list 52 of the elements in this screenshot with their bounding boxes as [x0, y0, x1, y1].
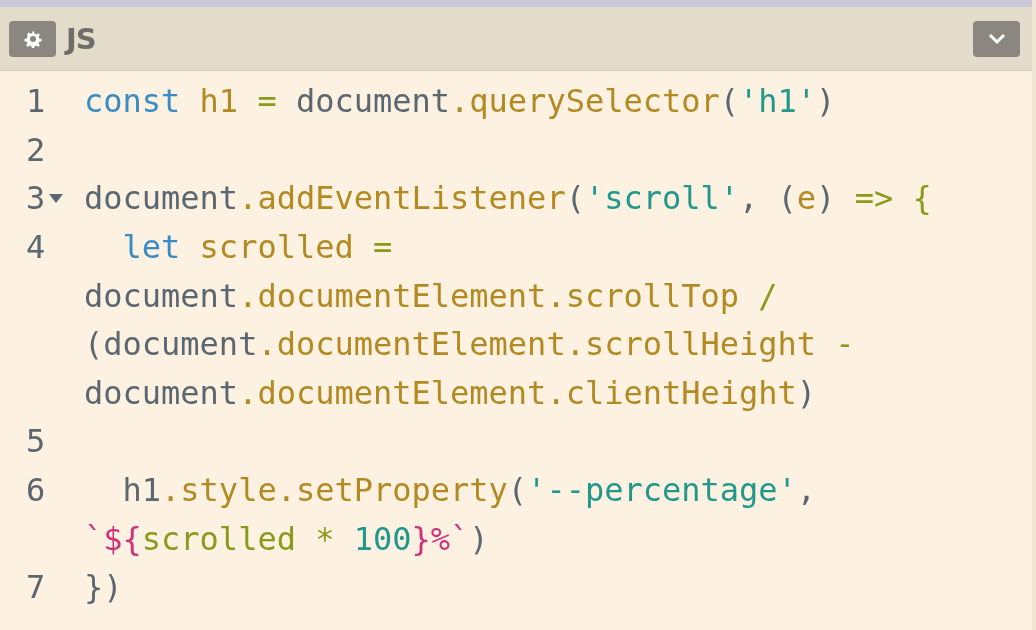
code-token: document	[84, 276, 239, 315]
property-token: .querySelector	[450, 82, 720, 121]
operator-token: -	[834, 325, 855, 364]
property-token: .documentElement.clientHeight	[238, 373, 797, 412]
operator-token: scrolled *	[141, 519, 336, 558]
code-token: )	[796, 373, 817, 412]
line-number: 1	[26, 82, 46, 121]
line-number: 7	[26, 568, 46, 607]
operator-token: =	[372, 228, 393, 267]
editor-title: JS	[66, 21, 96, 56]
operator-token: =	[256, 82, 277, 121]
code-token: , (	[739, 179, 797, 218]
string-token: '--percentage'	[527, 471, 797, 510]
settings-button[interactable]	[9, 20, 56, 57]
property-token: .addEventListener	[238, 179, 566, 218]
settings-icon	[23, 29, 42, 48]
code-token: (	[565, 179, 585, 218]
chevron-down-icon	[986, 32, 1007, 45]
code-token: (document	[84, 325, 258, 364]
code-token: h1	[121, 471, 162, 510]
string-token: 'scroll'	[584, 179, 740, 218]
keyword-token: const	[84, 82, 181, 121]
code-token: })	[84, 568, 123, 607]
code-token: )	[816, 179, 836, 218]
property-token: .style.setProperty	[161, 471, 508, 510]
property-token: .documentElement.scrollHeight	[257, 325, 817, 364]
code-token: )	[469, 519, 489, 558]
fold-arrow-icon[interactable]	[49, 194, 64, 203]
variable-token: h1	[198, 82, 239, 121]
code-token: document	[84, 373, 239, 412]
line-number: 3	[26, 179, 46, 218]
code-token: (	[507, 471, 528, 510]
operator-token: /	[757, 276, 778, 315]
number-token: 100	[353, 519, 412, 558]
code-token: )	[816, 82, 836, 121]
line-number: 5	[26, 422, 46, 461]
template-token: `${	[84, 519, 142, 558]
code-token: document	[84, 179, 239, 218]
code-token: document	[294, 82, 451, 121]
keyword-token: let	[121, 228, 181, 267]
variable-token: scrolled	[198, 228, 354, 267]
line-number: 2	[26, 130, 46, 169]
operator-token: => {	[853, 179, 932, 218]
template-token: }%`	[411, 519, 470, 558]
variable-token: e	[796, 179, 817, 218]
code-token: (	[719, 82, 740, 121]
line-number: 4	[26, 228, 46, 267]
code-token: ,	[796, 471, 817, 510]
property-token: .documentElement.scrollTop	[238, 276, 740, 315]
string-token: 'h1'	[739, 82, 817, 121]
collapse-button[interactable]	[973, 20, 1020, 57]
line-number: 6	[26, 471, 46, 510]
